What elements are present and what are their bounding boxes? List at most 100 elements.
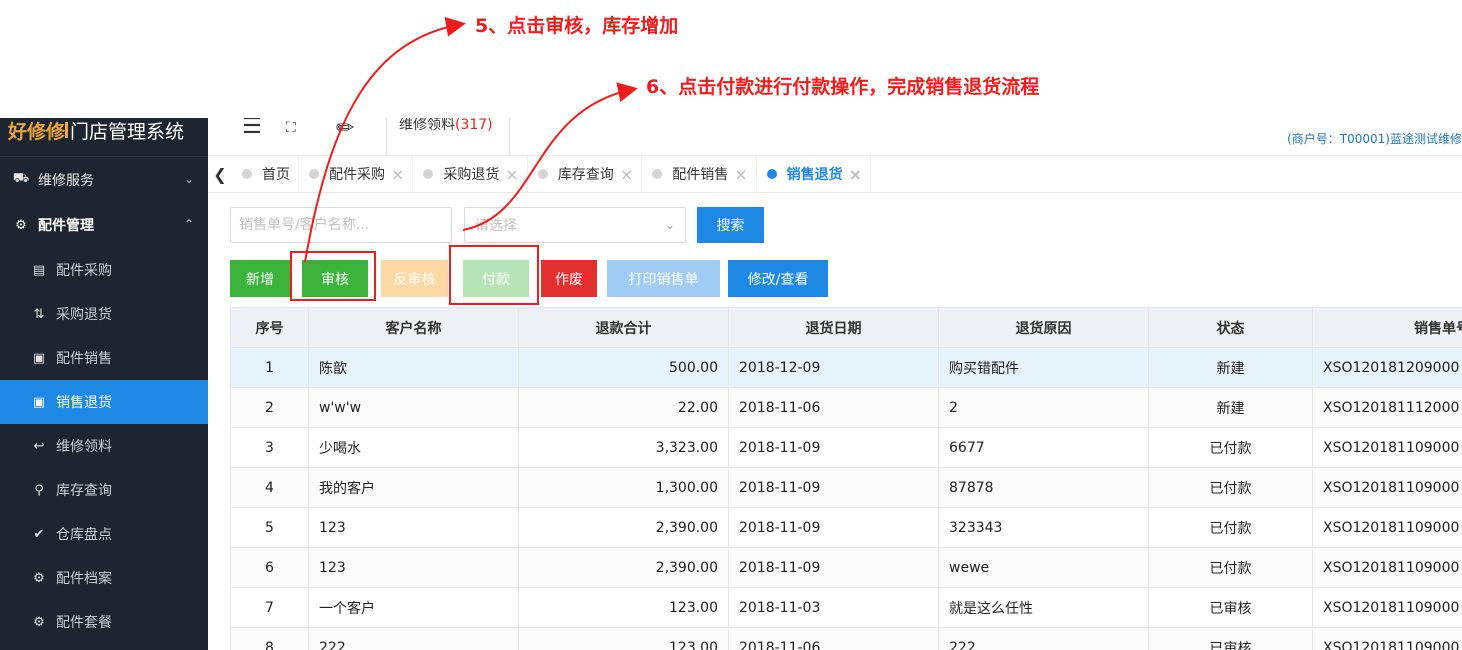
- column-header[interactable]: 状态: [1148, 307, 1313, 348]
- pay-highlight-box: [449, 245, 539, 305]
- sidebar-group-repair-service[interactable]: ⛟ 维修服务 ⌄: [0, 156, 208, 202]
- sidebar-item-parts-package[interactable]: ⚙ 配件套餐: [0, 600, 208, 644]
- cell-return-reason: 2: [938, 387, 1149, 428]
- tab-parts-sales[interactable]: 配件销售 ×: [642, 156, 757, 192]
- table-row[interactable]: 6 123 2,390.00 2018-11-09 wewe 已付款 XSO12…: [230, 547, 1462, 588]
- sidebar-item-label: 仓库盘点: [56, 527, 112, 543]
- tab-scroll-left-icon[interactable]: ❮: [208, 156, 232, 192]
- sidebar-item-stocktaking[interactable]: ✔ 仓库盘点: [0, 512, 208, 556]
- tab-parts-purchase[interactable]: 配件采购 ×: [299, 156, 414, 192]
- close-icon[interactable]: ×: [505, 165, 518, 184]
- sidebar-item-label: 配件采购: [56, 263, 112, 279]
- sidebar-item-purchase-return[interactable]: ⇅ 采购退货: [0, 292, 208, 336]
- column-header[interactable]: 退货日期: [728, 307, 939, 348]
- close-icon[interactable]: ×: [391, 165, 404, 184]
- search-button[interactable]: 搜索: [697, 207, 764, 243]
- cell-refund-total: 123.00: [518, 587, 729, 628]
- close-icon[interactable]: ×: [620, 165, 633, 184]
- column-header[interactable]: 销售单号: [1312, 307, 1462, 348]
- cell-return-date: 2018-11-09: [728, 547, 939, 588]
- sidebar-item-label: 销售退货: [56, 395, 112, 411]
- sidebar-item-label: 维修领料: [56, 439, 112, 455]
- table-row[interactable]: 2 w'w'w 22.00 2018-11-06 2 新建 XSO1201811…: [230, 387, 1462, 428]
- sidebar-item-sales-return[interactable]: ▣ 销售退货: [0, 380, 208, 424]
- print-sales-order-button[interactable]: 打印销售单: [607, 260, 720, 297]
- table-row[interactable]: 8 222 123.00 2018-11-06 222 已审核 XSO12018…: [230, 627, 1462, 650]
- unaudit-button[interactable]: 反审核: [381, 260, 448, 297]
- cell-refund-total: 123.00: [518, 627, 729, 650]
- annotation-step6: 6、点击付款进行付款操作，完成销售退货流程: [646, 76, 1040, 98]
- column-header[interactable]: 序号: [230, 307, 309, 348]
- table-row[interactable]: 5 123 2,390.00 2018-11-09 323343 已付款 XSO…: [230, 507, 1462, 548]
- dashboard-icon: ⚙: [33, 614, 45, 630]
- sidebar: 好修修 门店管理系统 ⛟ 维修服务 ⌄ ⚙ 配件管理 ⌃ ▤ 配件采购 ⇅ 采购…: [0, 118, 208, 650]
- annotation-step5: 5、点击审核，库存增加: [475, 15, 679, 37]
- sidebar-group-parts-management[interactable]: ⚙ 配件管理 ⌃: [0, 202, 208, 248]
- sidebar-group-label: 配件管理: [38, 218, 94, 234]
- edit-view-button[interactable]: 修改/查看: [728, 260, 828, 297]
- sidebar-item-parts-archive[interactable]: ⚙ 配件档案: [0, 556, 208, 600]
- table-row[interactable]: 1 陈歆 500.00 2018-12-09 购买错配件 新建 XSO12018…: [230, 347, 1462, 388]
- cart-return-icon: ▣: [32, 394, 46, 410]
- cell-return-date: 2018-11-09: [728, 467, 939, 508]
- tab-bar: ❮ 首页 配件采购 × 采购退货 × 库存查询 × 配件销售 × 销售退货 ×: [208, 155, 1462, 193]
- sidebar-item-parts-purchase[interactable]: ▤ 配件采购: [0, 248, 208, 292]
- column-header[interactable]: 客户名称: [308, 307, 519, 348]
- close-icon[interactable]: ×: [849, 165, 862, 184]
- void-button[interactable]: 作废: [541, 260, 597, 297]
- cell-status: 新建: [1148, 387, 1313, 428]
- tab-home[interactable]: 首页: [232, 156, 299, 192]
- sidebar-item-label: 配件档案: [56, 571, 112, 587]
- table-row[interactable]: 7 一个客户 123.00 2018-11-03 就是这么任性 已审核 XSO1…: [230, 587, 1462, 628]
- cell-return-date: 2018-11-09: [728, 507, 939, 548]
- tab-dot: [537, 169, 548, 179]
- tab-dot: [242, 169, 252, 179]
- fullscreen-icon[interactable]: ⛶: [286, 120, 296, 136]
- cell-index: 5: [230, 507, 309, 548]
- check-circle-icon: ✔: [33, 526, 45, 542]
- tab-dot: [423, 169, 434, 179]
- logo: 好修修 门店管理系统: [0, 118, 208, 156]
- cell-index: 3: [230, 427, 309, 468]
- cell-status: 新建: [1148, 347, 1313, 388]
- search-input[interactable]: [230, 207, 452, 243]
- add-button[interactable]: 新增: [230, 260, 290, 297]
- cell-index: 8: [230, 627, 309, 650]
- close-icon[interactable]: ×: [734, 165, 747, 184]
- cell-return-reason: 87878: [938, 467, 1149, 508]
- cell-status: 已付款: [1148, 427, 1313, 468]
- sidebar-item-inventory-query[interactable]: ⚲ 库存查询: [0, 468, 208, 512]
- sidebar-item-parts-sales[interactable]: ▣ 配件销售: [0, 336, 208, 380]
- chevron-down-icon: ⌄: [664, 218, 675, 232]
- chevron-down-icon: ⌄: [183, 172, 194, 186]
- logo-system-name: 门店管理系统: [70, 120, 185, 143]
- cell-status: 已付款: [1148, 467, 1313, 508]
- tab-inventory-query[interactable]: 库存查询 ×: [528, 156, 643, 192]
- select-placeholder: 请选择: [475, 218, 517, 234]
- tab-dot: [652, 169, 663, 179]
- dashboard-icon: ⚙: [33, 570, 45, 586]
- search-icon: ⚲: [34, 482, 44, 498]
- cell-return-date: 2018-11-06: [728, 627, 939, 650]
- cell-sales-order-no: XSO120181109000: [1312, 427, 1462, 468]
- table-row[interactable]: 3 少喝水 3,323.00 2018-11-09 6677 已付款 XSO12…: [230, 427, 1462, 468]
- cell-refund-total: 1,300.00: [518, 467, 729, 508]
- sidebar-item-repair-material[interactable]: ↩ 维修领料: [0, 424, 208, 468]
- cell-sales-order-no: XSO120181109000: [1312, 467, 1462, 508]
- cell-status: 已付款: [1148, 507, 1313, 548]
- tab-label: 首页: [262, 167, 290, 183]
- cell-return-date: 2018-11-03: [728, 587, 939, 628]
- tab-purchase-return[interactable]: 采购退货 ×: [413, 156, 528, 192]
- cell-customer: w'w'w: [308, 387, 519, 428]
- table-row[interactable]: 4 我的客户 1,300.00 2018-11-09 87878 已付款 XSO…: [230, 467, 1462, 508]
- pencil-icon[interactable]: ✏: [336, 118, 354, 141]
- sales-return-table: 序号 客户名称 退款合计 退货日期 退货原因 状态 销售单号 1 陈歆 500.…: [230, 307, 1462, 650]
- tab-sales-return[interactable]: 销售退货 ×: [757, 156, 872, 192]
- column-header[interactable]: 退款合计: [518, 307, 729, 348]
- hamburger-menu-icon[interactable]: ☰: [242, 118, 262, 138]
- status-select[interactable]: 请选择 ⌄: [464, 207, 686, 243]
- cart-icon: ▣: [32, 350, 46, 366]
- column-header[interactable]: 退货原因: [938, 307, 1149, 348]
- tab-dot: [309, 169, 319, 179]
- repair-material-notice[interactable]: 维修领料(317): [386, 118, 510, 155]
